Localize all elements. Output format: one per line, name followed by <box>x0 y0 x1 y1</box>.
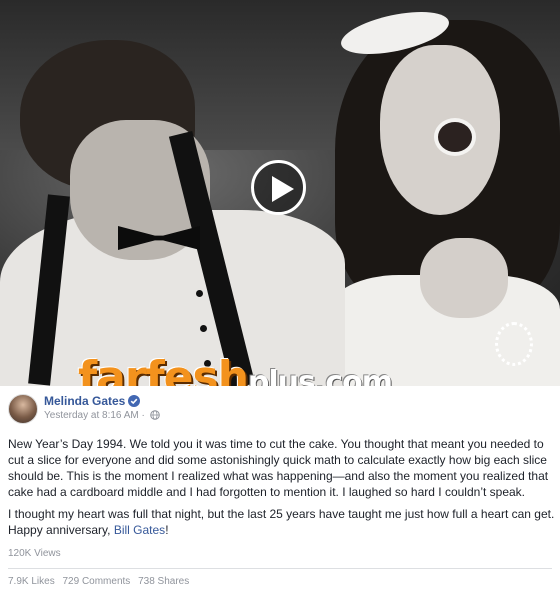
watermark-sub: plus.com <box>248 365 393 386</box>
bride-hand <box>420 238 508 318</box>
engagement-stats: 7.9K Likes 729 Comments 738 Shares <box>8 576 194 587</box>
tagged-user-link[interactable]: Bill Gates <box>114 523 165 537</box>
shirt-stud <box>200 325 207 332</box>
pearl-bracelet <box>495 322 533 366</box>
verified-badge-icon <box>128 395 141 407</box>
play-icon <box>272 176 294 202</box>
post-body: New Year’s Day 1994. We told you it was … <box>8 436 556 544</box>
shirt-stud <box>196 290 203 297</box>
author-name-link[interactable]: Melinda Gates <box>44 394 141 408</box>
play-button[interactable] <box>251 160 306 215</box>
paragraph-2-text: I thought my heart was full that night, … <box>8 507 555 537</box>
post-paragraph-2: I thought my heart was full that night, … <box>8 506 556 538</box>
likes-count[interactable]: 7.9K Likes <box>8 576 55 587</box>
paragraph-2-suffix: ! <box>165 523 169 537</box>
post-paragraph-1: New Year’s Day 1994. We told you it was … <box>8 437 549 499</box>
avatar[interactable] <box>8 394 38 424</box>
watermark-logo: farfeshplus.com <box>78 352 393 386</box>
shares-count[interactable]: 738 Shares <box>138 576 189 587</box>
separator-dot: · <box>141 410 145 421</box>
watermark-main: farfesh <box>78 352 249 386</box>
post-meta: Yesterday at 8:16 AM · <box>44 410 160 421</box>
post-header: Melinda Gates Yesterday at 8:16 AM · <box>0 386 560 432</box>
bride-laughing-mouth <box>434 118 476 156</box>
view-count: 120K Views <box>8 548 61 559</box>
divider <box>8 568 552 569</box>
author-name[interactable]: Melinda Gates <box>44 394 125 408</box>
comments-count[interactable]: 729 Comments <box>62 576 130 587</box>
video-player[interactable]: farfeshplus.com <box>0 0 560 386</box>
timestamp[interactable]: Yesterday at 8:16 AM <box>44 410 139 421</box>
globe-icon <box>149 410 160 420</box>
